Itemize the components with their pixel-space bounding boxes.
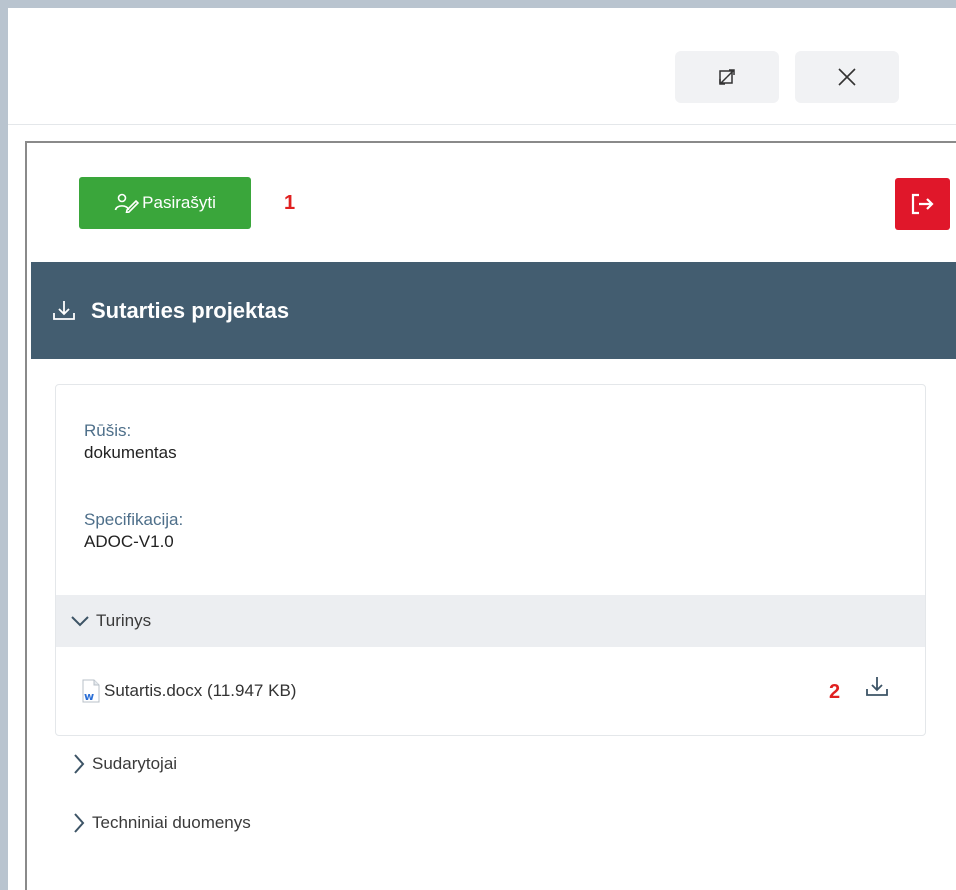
expand-arrows-icon	[718, 68, 736, 86]
file-row: w Sutartis.docx (11.947 KB) 2	[56, 647, 925, 735]
exit-arrow-icon	[911, 193, 935, 215]
annotation-marker-1: 1	[284, 192, 296, 214]
section-technical-data-label: Techniniai duomenys	[92, 813, 251, 832]
type-value: dokumentas	[84, 443, 177, 462]
content-accordion-header[interactable]: Turinys	[56, 595, 925, 647]
expand-button[interactable]	[675, 51, 779, 103]
specification-value: ADOC-V1.0	[84, 532, 174, 551]
section-signers-label: Sudarytojai	[92, 754, 178, 773]
document-title-bar: Sutarties projektas	[31, 262, 956, 359]
file-link[interactable]: Sutartis.docx (11.947 KB)	[104, 681, 296, 701]
file-download-icon[interactable]	[864, 674, 890, 700]
document-details-card: Rūšis: dokumentas Specifikacija: ADOC-V1…	[55, 384, 926, 736]
document-modal: Pasirašyti 1 Sutarties projektas Rūšis:	[8, 8, 956, 890]
word-file-icon: w	[82, 679, 100, 703]
exit-button[interactable]	[895, 178, 950, 230]
document-title: Sutarties projektas	[91, 297, 290, 323]
type-label: Rūšis:	[84, 421, 132, 440]
sign-button[interactable]: Pasirašyti	[79, 177, 251, 229]
sign-button-label: Pasirašyti	[142, 193, 216, 212]
section-signers[interactable]: Sudarytojai	[72, 744, 177, 784]
svg-text:w: w	[84, 690, 94, 703]
close-button[interactable]	[795, 51, 899, 103]
chevron-down-icon	[70, 614, 90, 628]
document-panel: Pasirašyti 1 Sutarties projektas Rūšis:	[25, 141, 956, 890]
section-technical-data[interactable]: Techniniai duomenys	[72, 803, 251, 843]
chevron-right-icon	[72, 812, 86, 834]
download-icon[interactable]	[51, 298, 77, 324]
close-x-icon	[837, 67, 857, 87]
content-accordion-label: Turinys	[96, 611, 152, 630]
specification-label: Specifikacija:	[84, 510, 184, 529]
modal-header	[8, 8, 956, 125]
user-signature-icon	[114, 193, 142, 213]
annotation-marker-2: 2	[829, 681, 841, 703]
chevron-right-icon	[72, 753, 86, 775]
